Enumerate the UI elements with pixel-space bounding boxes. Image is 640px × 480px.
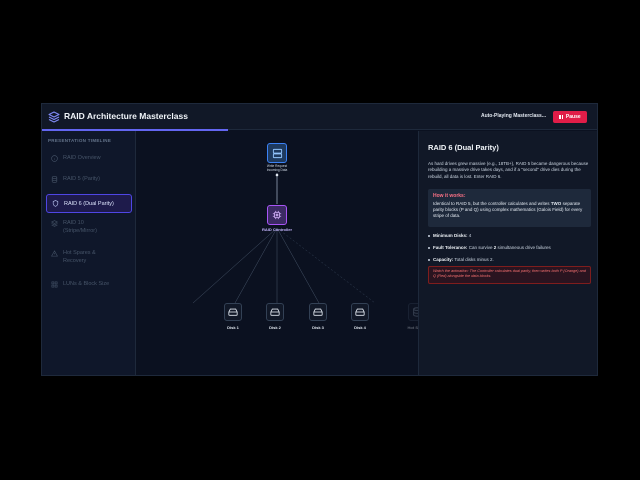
layers-icon — [48, 111, 60, 123]
app-title: RAID Architecture Masterclass — [64, 111, 188, 121]
sidebar-item-raid-5[interactable]: RAID 5 (Parity) — [46, 175, 132, 183]
spec-label: Fault Tolerance: — [433, 245, 468, 250]
hard-drive-icon — [309, 303, 327, 321]
disk-node: Disk 1 — [224, 303, 242, 330]
how-heading: How it works: — [433, 193, 466, 199]
sidebar-item-label: RAID 10 (Stripe/Mirror) — [63, 220, 97, 234]
disk-node: Disk 4 — [351, 303, 369, 330]
sidebar-item-label: Hot Spares & Recovery — [63, 250, 96, 264]
list-item: Fault Tolerance: Can survive 2 simultane… — [428, 245, 591, 257]
server-icon — [267, 143, 287, 163]
server-label: Write Request Incoming Data — [266, 164, 288, 172]
pause-button[interactable]: Pause — [553, 111, 587, 123]
how-it-works-box: How it works: Identical to RAID 5, but t… — [428, 189, 591, 227]
cpu-icon — [267, 205, 287, 225]
sidebar-item-hot-spares[interactable]: Hot Spares & Recovery — [46, 249, 132, 265]
sidebar-item-luns[interactable]: LUNs & Block Size — [46, 280, 132, 288]
panel-title: RAID 6 (Dual Parity) — [428, 143, 499, 152]
info-panel: RAID 6 (Dual Parity) As hard drives grew… — [418, 131, 597, 375]
disk-label: Disk 3 — [312, 325, 324, 330]
disk-label: Disk 2 — [269, 325, 281, 330]
sidebar-item-label: RAID 6 (Dual Parity) — [64, 200, 114, 207]
disk-node: Disk 2 — [266, 303, 284, 330]
list-item: Minimum Disks: 4 — [428, 233, 591, 245]
sidebar-title: PRESENTATION TIMELINE — [48, 138, 112, 143]
sidebar-item-raid-10[interactable]: RAID 10 (Stripe/Mirror) — [46, 219, 132, 235]
bullet-dot — [428, 235, 430, 237]
database-icon — [51, 175, 58, 183]
disk-node: Disk 3 — [309, 303, 327, 330]
bullet-dot — [428, 259, 430, 261]
controller-label: RAID Controller — [262, 227, 292, 232]
panel-intro: As hard drives grew massive (e.g., 18TB+… — [428, 161, 589, 179]
app-window: RAID Architecture Masterclass Auto-Playi… — [41, 103, 598, 376]
sidebar-item-label: RAID 5 (Parity) — [63, 176, 100, 182]
server-node — [267, 143, 287, 163]
sidebar-item-raid-6[interactable]: RAID 6 (Dual Parity) — [46, 194, 132, 213]
how-text-part: Identical to RAID 5, but the controller … — [433, 201, 551, 206]
disk-label: Disk 4 — [354, 325, 366, 330]
layers-icon — [51, 219, 58, 227]
header: RAID Architecture Masterclass Auto-Playi… — [42, 104, 597, 130]
disk-label: Disk 1 — [227, 325, 239, 330]
spec-value: 4 — [467, 233, 472, 238]
pause-icon — [559, 115, 563, 119]
hard-drive-icon — [266, 303, 284, 321]
sidebar: PRESENTATION TIMELINE RAID Overview RAID… — [42, 131, 136, 375]
sidebar-item-label: LUNs & Block Size — [63, 281, 110, 287]
info-icon — [51, 154, 58, 162]
spec-value: Total disks minus 2. — [453, 257, 494, 262]
specs-list: Minimum Disks: 4 Fault Tolerance: Can su… — [428, 233, 591, 269]
spec-label: Minimum Disks: — [433, 233, 468, 238]
sidebar-item-label: RAID Overview — [63, 155, 101, 161]
pause-label: Pause — [565, 114, 581, 120]
animation-note: Watch the animation: The Controller calc… — [428, 266, 591, 284]
hard-drive-icon — [224, 303, 242, 321]
grid-icon — [51, 281, 58, 287]
autoplay-status: Auto-Playing Masterclass... — [480, 113, 546, 119]
bullet-dot — [428, 247, 430, 249]
spec-value: simultaneous drive failures — [496, 245, 551, 250]
controller-node: RAID Controller — [262, 205, 292, 232]
how-text: Identical to RAID 5, but the controller … — [433, 201, 586, 220]
spec-value: Can survive — [467, 245, 494, 250]
alert-icon — [51, 249, 58, 256]
hard-drive-icon — [351, 303, 369, 321]
how-text-bold: TWO — [550, 201, 562, 206]
diagram-canvas: Write Request Incoming Data RAID Control… — [136, 131, 426, 375]
shield-icon — [52, 200, 59, 207]
spec-label: Capacity: — [433, 257, 454, 262]
sidebar-item-raid-overview[interactable]: RAID Overview — [46, 154, 132, 162]
